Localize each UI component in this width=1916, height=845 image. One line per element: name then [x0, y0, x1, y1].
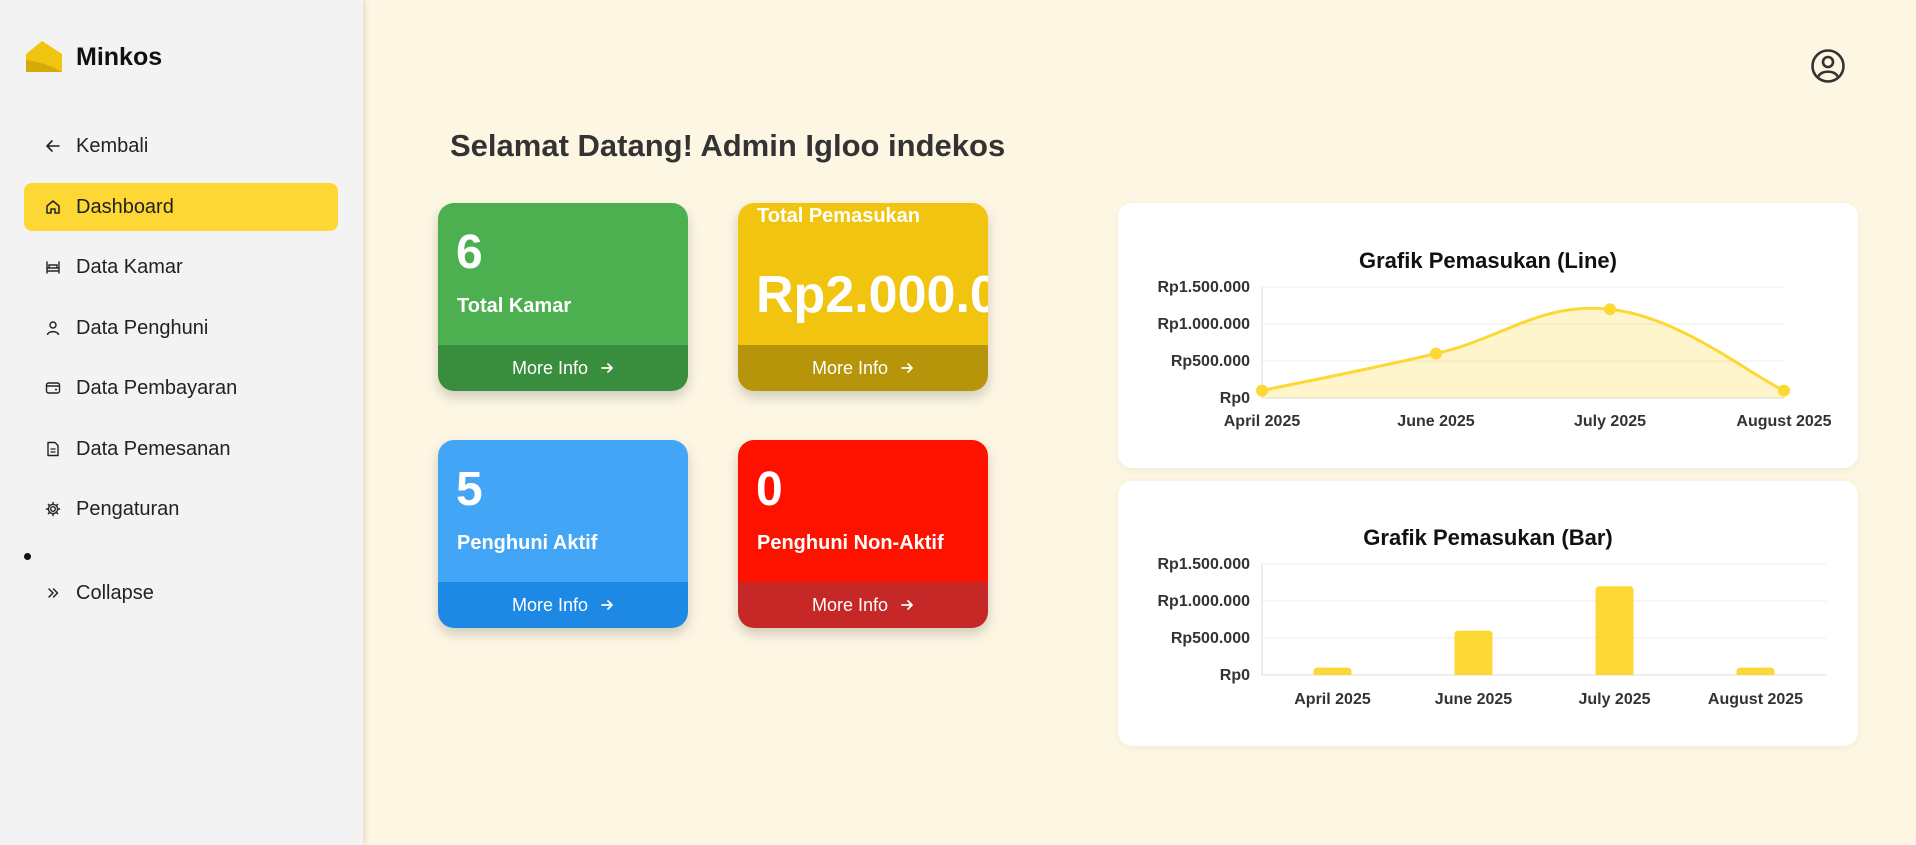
sidebar-item-label: Data Pembayaran — [76, 376, 238, 399]
more-info-button[interactable]: More Info — [438, 345, 688, 391]
y-tick-label: Rp500.000 — [1171, 630, 1250, 647]
brand-name: Minkos — [76, 42, 163, 71]
y-tick-label: Rp0 — [1220, 667, 1250, 684]
bar-chart-panel: Grafik Pemasukan (Bar) Rp0 Rp500.000 Rp1.0… — [1118, 481, 1858, 746]
more-info-label: More Info — [511, 594, 589, 615]
stat-card-total-kamar: 6 Total Kamar More Info — [438, 203, 688, 391]
sidebar-item-pengaturan[interactable]: Pengaturan — [24, 485, 338, 533]
stat-value: Rp2.000.0 — [756, 266, 988, 324]
more-info-label: More Info — [811, 594, 889, 615]
bar — [1595, 586, 1634, 675]
gear-icon — [44, 500, 62, 518]
page-title: Selamat Datang! Admin Igloo indekos — [450, 128, 1006, 163]
sidebar-item-data-pembayaran[interactable]: Data Pembayaran — [24, 364, 338, 412]
more-info-button[interactable]: More Info — [438, 582, 688, 628]
sidebar-item-label: Dashboard — [76, 195, 174, 218]
user-circle-icon[interactable] — [1810, 48, 1846, 84]
y-tick-label: Rp1.500.000 — [1157, 556, 1250, 573]
home-icon — [44, 198, 62, 216]
sidebar-item-label: Kembali — [76, 134, 149, 157]
more-info-label: More Info — [511, 357, 589, 378]
sidebar-item-kembali[interactable]: Kembali — [24, 122, 338, 170]
line-chart: Grafik Pemasukan (Line) Rp0 Rp500.000 Rp1.… — [1157, 248, 1831, 430]
sidebar-item-data-pemesanan[interactable]: Data Pemesanan — [24, 425, 338, 473]
x-tick-label: June 2025 — [1397, 413, 1474, 430]
y-tick-label: Rp1.000.000 — [1157, 316, 1250, 333]
y-tick-label: Rp1.500.000 — [1157, 279, 1250, 296]
data-point — [1430, 347, 1442, 360]
sidebar-item-collapse[interactable]: Collapse — [24, 569, 338, 617]
sidebar-item-label: Data Pemesanan — [76, 437, 231, 460]
x-tick-label: August 2025 — [1736, 413, 1831, 430]
arrow-right-icon — [901, 600, 913, 610]
stat-card-penghuni-non-aktif: 0 Penghuni Non-Aktif More Info — [738, 440, 988, 628]
data-point — [1604, 303, 1616, 316]
y-tick-label: Rp1.000.000 — [1157, 593, 1250, 610]
stat-value: 6 — [456, 226, 483, 279]
sidebar-item-label: Collapse — [76, 581, 154, 604]
more-info-button[interactable]: More Info — [738, 345, 988, 391]
more-info-label: More Info — [811, 357, 889, 378]
arrow-right-icon — [601, 600, 613, 610]
x-tick-label: July 2025 — [1578, 691, 1650, 708]
more-info-button[interactable]: More Info — [738, 582, 988, 628]
chart-title: Grafik Pemasukan (Line) — [1359, 248, 1617, 273]
y-tick-label: Rp0 — [1220, 390, 1250, 407]
chevrons-right-icon — [44, 584, 62, 602]
user-icon — [44, 319, 62, 337]
stat-card-total-pemasukan: Total Pemasukan Rp2.000.0 More Info — [738, 203, 988, 391]
x-tick-label: April 2025 — [1224, 413, 1301, 430]
y-tick-label: Rp500.000 — [1171, 353, 1250, 370]
arrow-right-icon — [901, 363, 913, 373]
x-tick-label: April 2025 — [1294, 691, 1371, 708]
sidebar-item-data-kamar[interactable]: Data Kamar — [24, 243, 338, 291]
document-icon — [44, 440, 62, 458]
sidebar-item-dashboard[interactable]: Dashboard — [24, 183, 338, 231]
stat-value: 0 — [756, 463, 783, 516]
sidebar-item-data-penghuni[interactable]: Data Penghuni — [24, 304, 338, 352]
stat-label: Total Kamar — [457, 295, 572, 317]
sidebar-item-label: Data Penghuni — [76, 316, 209, 339]
sidebar: Minkos Kembali Dashboard Data Kamar Data… — [0, 0, 363, 845]
stat-card-penghuni-aktif: 5 Penghuni Aktif More Info — [438, 440, 688, 628]
data-point — [1778, 384, 1790, 397]
stat-label: Penghuni Aktif — [457, 532, 598, 554]
line-chart-panel: Grafik Pemasukan (Line) Rp0 Rp500.000 Rp1.… — [1118, 203, 1858, 468]
sidebar-item-label: Pengaturan — [76, 497, 180, 520]
bar — [1736, 667, 1775, 675]
x-tick-label: July 2025 — [1574, 413, 1646, 430]
bar-chart: Grafik Pemasukan (Bar) Rp0 Rp500.000 Rp1.0… — [1157, 525, 1826, 708]
house-logo-icon — [26, 41, 62, 72]
x-tick-label: June 2025 — [1435, 691, 1512, 708]
stat-label: Penghuni Non-Aktif — [757, 532, 944, 554]
sidebar-item-label: Data Kamar — [76, 255, 183, 278]
data-point — [1256, 384, 1268, 397]
brand[interactable]: Minkos — [24, 38, 162, 76]
bed-icon — [44, 258, 62, 276]
chart-title: Grafik Pemasukan (Bar) — [1363, 525, 1612, 550]
stat-label: Total Pemasukan — [757, 205, 921, 227]
x-tick-label: August 2025 — [1708, 691, 1803, 708]
list-bullet — [24, 553, 31, 560]
bar — [1313, 667, 1352, 675]
arrow-left-icon — [44, 137, 62, 155]
arrow-right-icon — [601, 363, 613, 373]
bar — [1454, 630, 1493, 675]
wallet-icon — [44, 379, 62, 397]
stat-value: 5 — [456, 463, 483, 516]
